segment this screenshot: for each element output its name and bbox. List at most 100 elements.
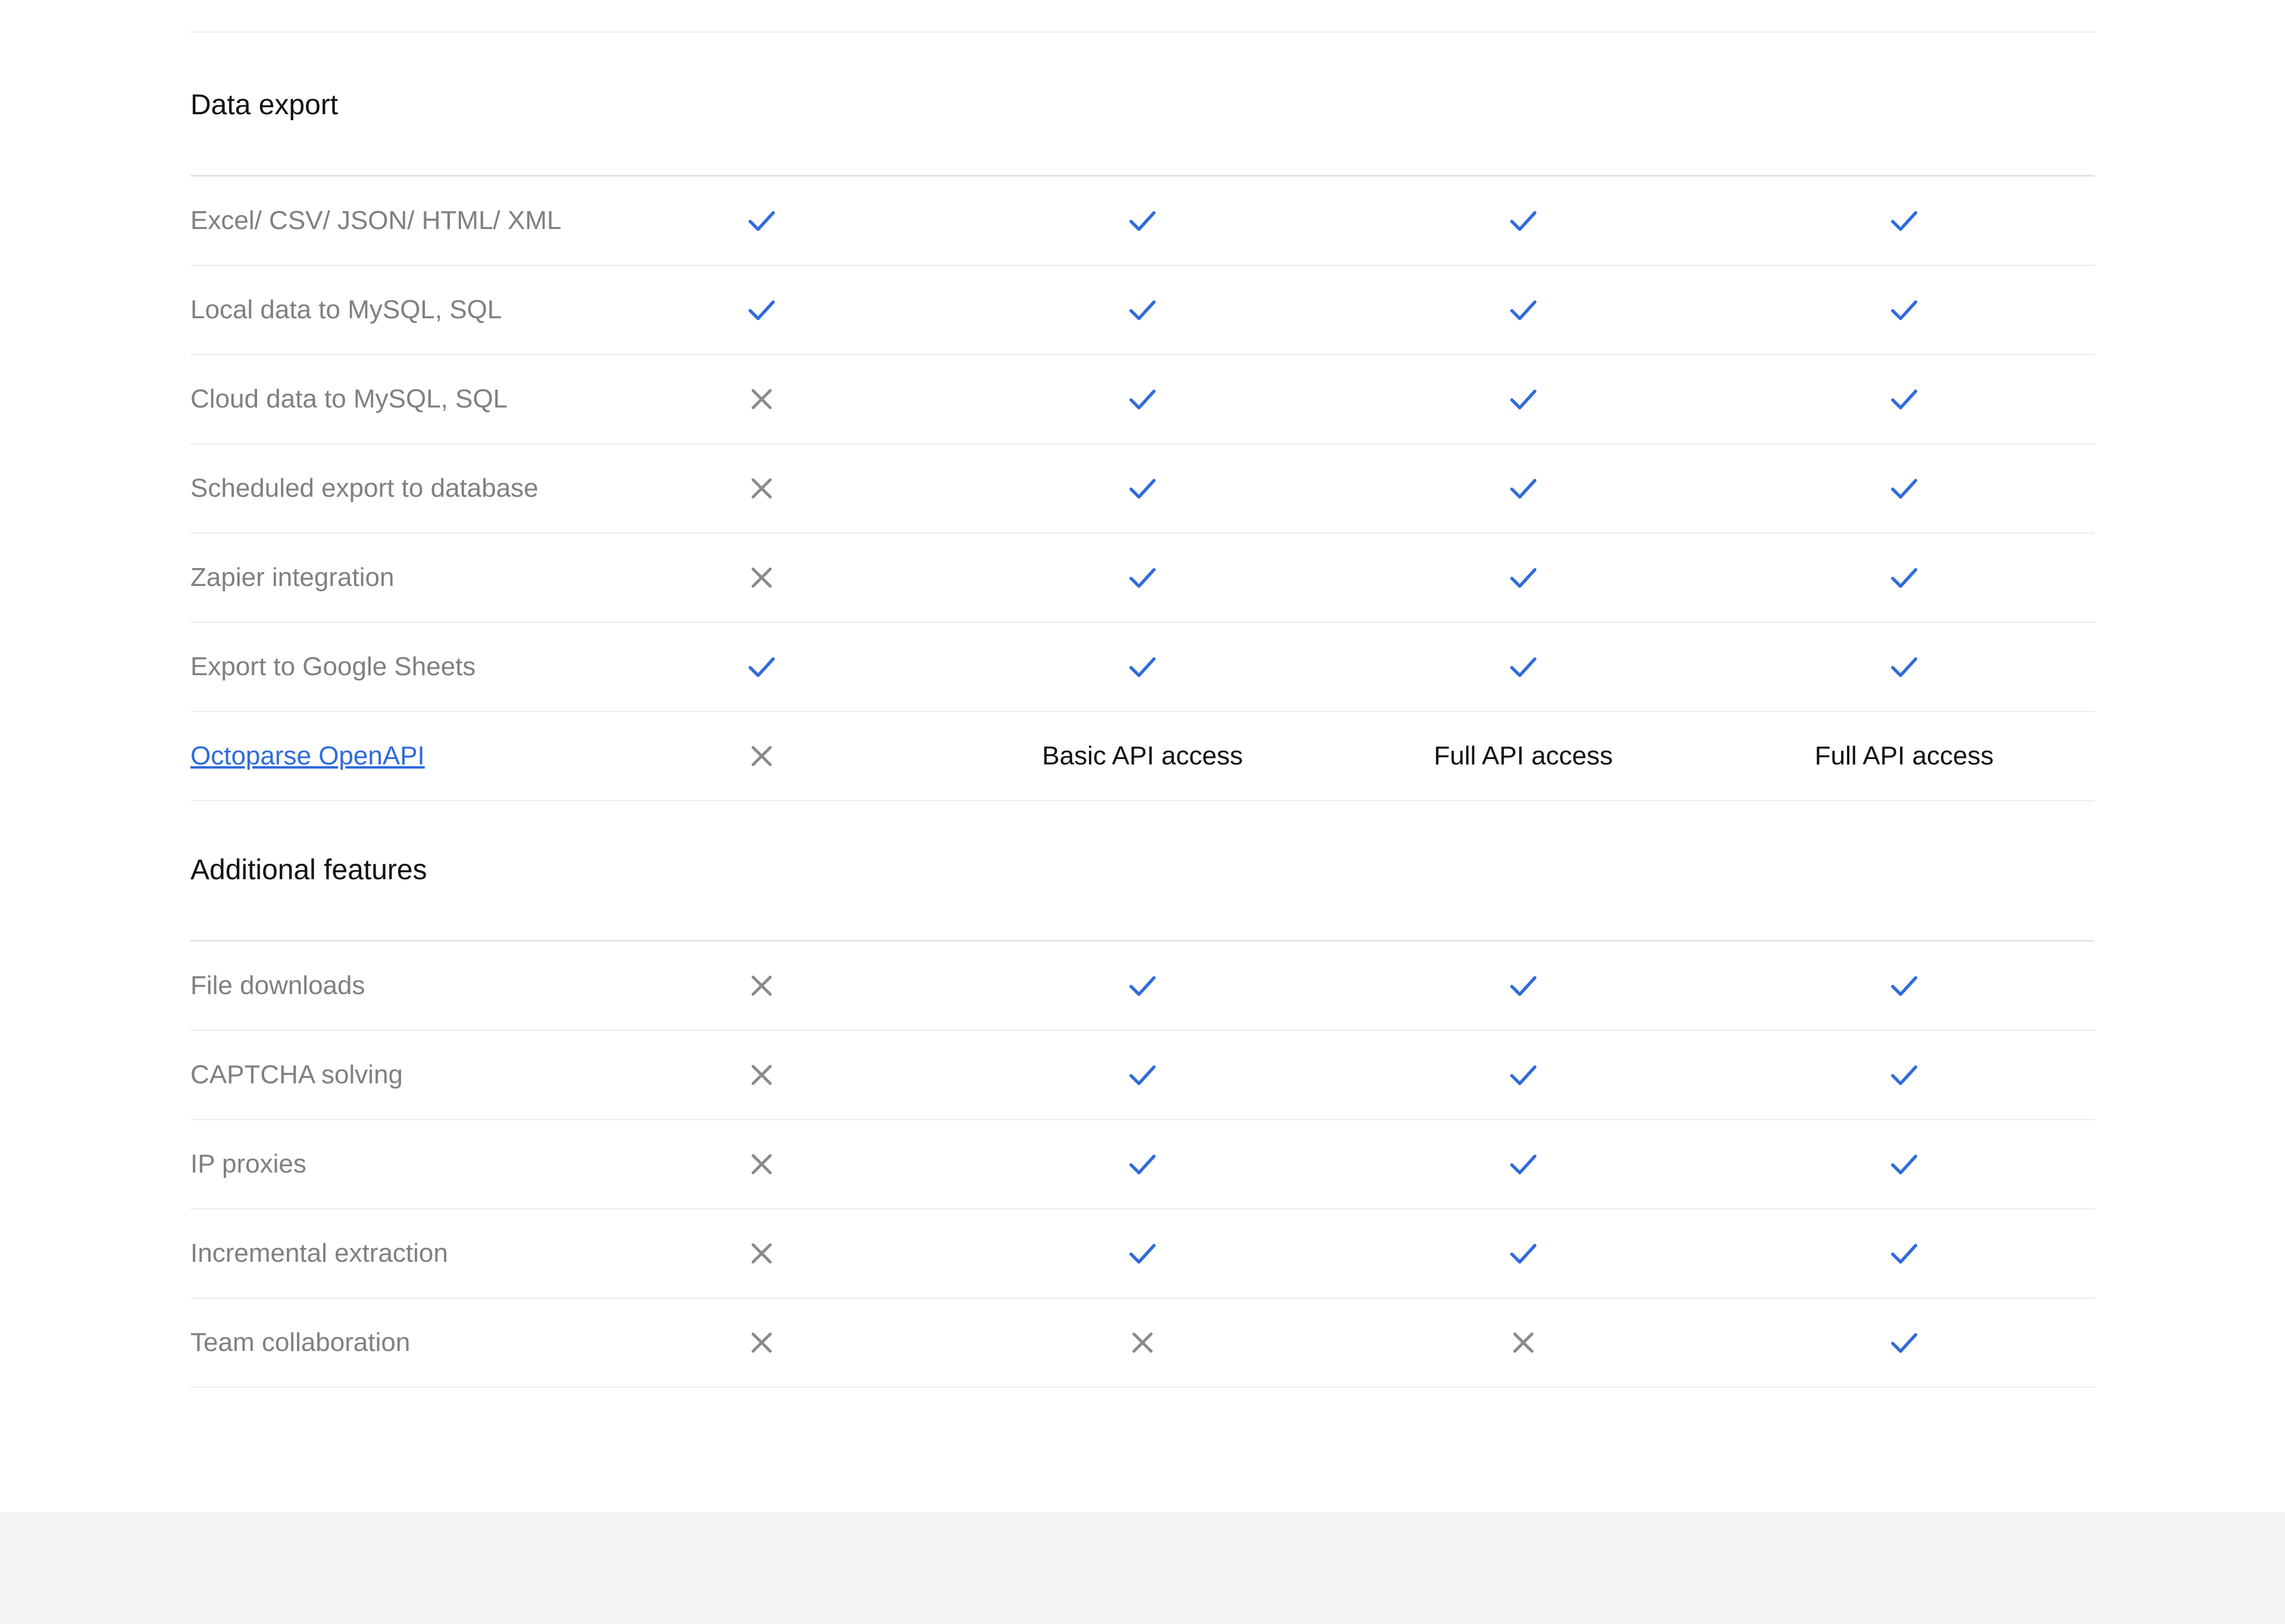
plan-cell-4 xyxy=(1714,382,2095,416)
plan-cell-text: Full API access xyxy=(1814,741,1994,770)
plan-cell-3 xyxy=(1333,968,1714,1003)
feature-row-octoparse-openapi: Octoparse OpenAPI Basic API access Full AP… xyxy=(190,712,2095,801)
plan-cell-1 xyxy=(571,968,952,1003)
check-icon xyxy=(1891,390,1917,410)
plan-cell-4 xyxy=(1714,650,2095,684)
plan-cell-1 xyxy=(571,739,952,773)
cross-icon xyxy=(752,389,772,409)
plan-cell-3 xyxy=(1333,203,1714,238)
plan-cell-3 xyxy=(1333,560,1714,595)
feature-label: Incremental extraction xyxy=(190,1239,448,1268)
plan-cell-2 xyxy=(952,203,1333,238)
check-icon xyxy=(1510,1155,1536,1175)
feature-label: Scheduled export to database xyxy=(190,474,539,503)
plan-cell-1 xyxy=(571,293,952,327)
plan-cell-1 xyxy=(571,1058,952,1092)
plan-cell-4 xyxy=(1714,968,2095,1003)
plan-cell-1 xyxy=(571,471,952,506)
footer-band xyxy=(0,1512,2285,1624)
check-icon xyxy=(1510,211,1536,231)
check-icon xyxy=(1510,568,1536,588)
plan-cell-3 xyxy=(1333,471,1714,506)
check-icon xyxy=(1129,300,1156,321)
feature-row-local-data-to-mysql-sql: Local data to MySQL, SQL xyxy=(190,266,2095,355)
cross-icon xyxy=(752,1333,772,1353)
plan-cell-1 xyxy=(571,382,952,416)
feature-row-cloud-data-to-mysql-sql: Cloud data to MySQL, SQL xyxy=(190,355,2095,444)
plan-cell-1 xyxy=(571,1325,952,1360)
feature-row-excel-csv-json-html-xml: Excel/ CSV/ JSON/ HTML/ XML xyxy=(190,177,2095,266)
cross-icon xyxy=(752,1065,772,1085)
plan-cell-3 xyxy=(1333,1325,1714,1360)
plan-cell-4 xyxy=(1714,203,2095,238)
plan-cell-4 xyxy=(1714,1236,2095,1271)
plan-cell-2 xyxy=(952,1058,1333,1092)
plan-cell-1 xyxy=(571,650,952,684)
check-icon xyxy=(1129,657,1156,678)
cross-icon xyxy=(1132,1333,1153,1353)
plan-cell-2 xyxy=(952,293,1333,327)
section-data-export: Data export Excel/ CSV/ JSON/ HTML/ XML Lo… xyxy=(190,33,2095,801)
feature-label: Cloud data to MySQL, SQL xyxy=(190,384,508,413)
plan-cell-3 xyxy=(1333,1147,1714,1181)
section-additional-features: Additional features File downloads CAPTCHA… xyxy=(190,798,2095,1388)
check-icon xyxy=(1891,1065,1917,1086)
feature-label: CAPTCHA solving xyxy=(190,1060,403,1089)
plan-cell-3 xyxy=(1333,650,1714,684)
check-icon xyxy=(1510,479,1536,499)
check-icon xyxy=(1891,657,1917,678)
plan-cell-2 xyxy=(952,650,1333,684)
check-icon xyxy=(749,211,775,231)
check-icon xyxy=(1510,1065,1536,1086)
plan-cell-3 xyxy=(1333,382,1714,416)
check-icon xyxy=(1129,1244,1156,1264)
check-icon xyxy=(1891,211,1917,231)
plan-cell-2 xyxy=(952,471,1333,506)
check-icon xyxy=(1510,976,1536,996)
section-title: Additional features xyxy=(190,798,2095,942)
feature-row-scheduled-export-to-database: Scheduled export to database xyxy=(190,444,2095,534)
feature-link[interactable]: Octoparse OpenAPI xyxy=(190,741,571,771)
plan-cell-2 xyxy=(952,1147,1333,1181)
check-icon xyxy=(1129,568,1156,588)
check-icon xyxy=(1510,390,1536,410)
feature-label: Team collaboration xyxy=(190,1328,411,1357)
plan-cell-1 xyxy=(571,560,952,595)
check-icon xyxy=(749,300,775,321)
feature-row-team-collaboration: Team collaboration xyxy=(190,1299,2095,1388)
plan-cell-2 xyxy=(952,1325,1333,1360)
check-icon xyxy=(1129,479,1156,499)
check-icon xyxy=(1510,657,1536,678)
check-icon xyxy=(1891,976,1917,996)
plan-cell-1 xyxy=(571,1147,952,1181)
feature-row-zapier-integration: Zapier integration xyxy=(190,534,2095,623)
plan-cell-4 xyxy=(1714,1058,2095,1092)
plan-cell-4 xyxy=(1714,1147,2095,1181)
plan-cell-3 xyxy=(1333,1058,1714,1092)
plan-cell-4: Full API access xyxy=(1714,741,2095,771)
check-icon xyxy=(1891,479,1917,499)
check-icon xyxy=(1891,1244,1917,1264)
check-icon xyxy=(1129,1155,1156,1175)
cross-icon xyxy=(752,568,772,588)
plan-cell-2: Basic API access xyxy=(952,741,1333,771)
plan-cell-4 xyxy=(1714,471,2095,506)
feature-row-captcha-solving: CAPTCHA solving xyxy=(190,1031,2095,1120)
feature-row-export-to-google-sheets: Export to Google Sheets xyxy=(190,623,2095,712)
feature-label: IP proxies xyxy=(190,1149,306,1178)
cross-icon xyxy=(752,478,772,499)
plan-cell-2 xyxy=(952,1236,1333,1271)
feature-label: Local data to MySQL, SQL xyxy=(190,295,502,324)
cross-icon xyxy=(752,746,772,766)
check-icon xyxy=(1129,976,1156,996)
section-title: Data export xyxy=(190,33,2095,177)
feature-label: Export to Google Sheets xyxy=(190,652,476,681)
feature-row-incremental-extraction: Incremental extraction xyxy=(190,1209,2095,1299)
plan-cell-text: Basic API access xyxy=(1042,741,1243,770)
cross-icon xyxy=(752,976,772,996)
feature-label: File downloads xyxy=(190,971,365,1000)
cross-icon xyxy=(1513,1333,1533,1353)
feature-row-ip-proxies: IP proxies xyxy=(190,1120,2095,1209)
check-icon xyxy=(1129,211,1156,231)
cross-icon xyxy=(752,1243,772,1264)
